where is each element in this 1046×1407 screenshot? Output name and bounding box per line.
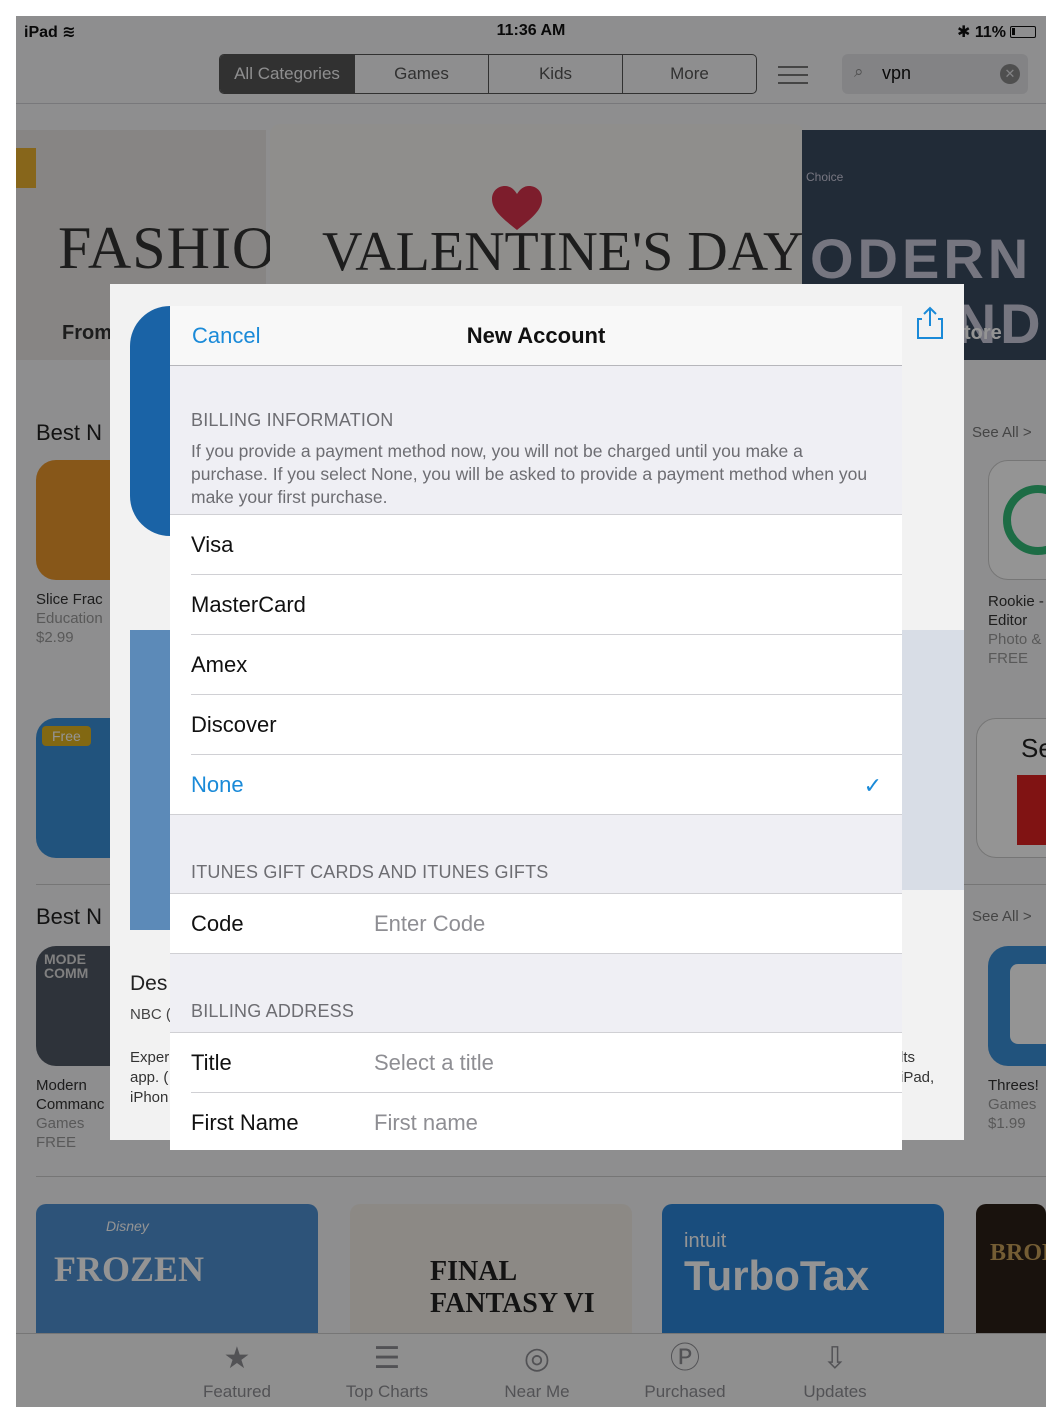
title-select[interactable]: Select a title [374,1050,494,1076]
screenshot-thumbnail-2 [902,630,964,890]
description-line: lts [900,1049,915,1066]
modal-title: New Account [466,323,606,348]
payment-option-discover[interactable]: Discover [170,695,902,755]
payment-option-label: None [191,772,244,797]
gift-cards-header: ITUNES GIFT CARDS AND ITUNES GIFTS [191,862,549,882]
gift-code-field[interactable]: Code Enter Code [170,894,902,954]
modal-header: Cancel New Account [170,306,902,366]
new-account-modal: Cancel New Account BILLING INFORMATION I… [170,306,902,1150]
payment-option-visa[interactable]: Visa [170,515,902,575]
description-line: app. ( [130,1069,169,1086]
billing-address-header: BILLING ADDRESS [191,1001,355,1021]
app-detail-description: Exper app. ( iPhon [130,1048,169,1108]
description-line: Exper [130,1049,170,1066]
app-store-screen: iPad ≋ 11:36 AM ✱ 11% All Categories Gam… [16,16,1046,1407]
payment-option-label: Visa [191,532,234,557]
app-detail-publisher: NBC ( [130,1006,171,1023]
title-label: Title [191,1050,232,1075]
first-name-field[interactable]: First Name First name [170,1093,902,1150]
group-bottom-separator [170,814,902,815]
share-icon[interactable] [916,306,944,340]
group-bottom-separator [170,953,902,954]
checkmark-icon: ✓ [863,773,882,798]
payment-option-label: MasterCard [191,592,306,617]
first-name-label: First Name [191,1110,299,1135]
first-name-input[interactable]: First name [374,1110,478,1136]
payment-option-none[interactable]: None ✓ [170,755,902,815]
title-field[interactable]: Title Select a title [170,1033,902,1093]
payment-option-amex[interactable]: Amex [170,635,902,695]
payment-option-mastercard[interactable]: MasterCard [170,575,902,635]
app-detail-description-right: lts iPad, [900,1048,934,1088]
payment-option-label: Discover [191,712,277,737]
app-detail-title: Des [130,972,168,995]
payment-option-label: Amex [191,652,248,677]
gift-code-input[interactable]: Enter Code [374,911,485,937]
billing-information-header: BILLING INFORMATION [191,410,394,430]
description-line: iPhon [130,1089,169,1106]
billing-information-description: If you provide a payment method now, you… [191,441,868,507]
gift-code-label: Code [191,911,244,936]
description-line: iPad, [900,1069,935,1086]
